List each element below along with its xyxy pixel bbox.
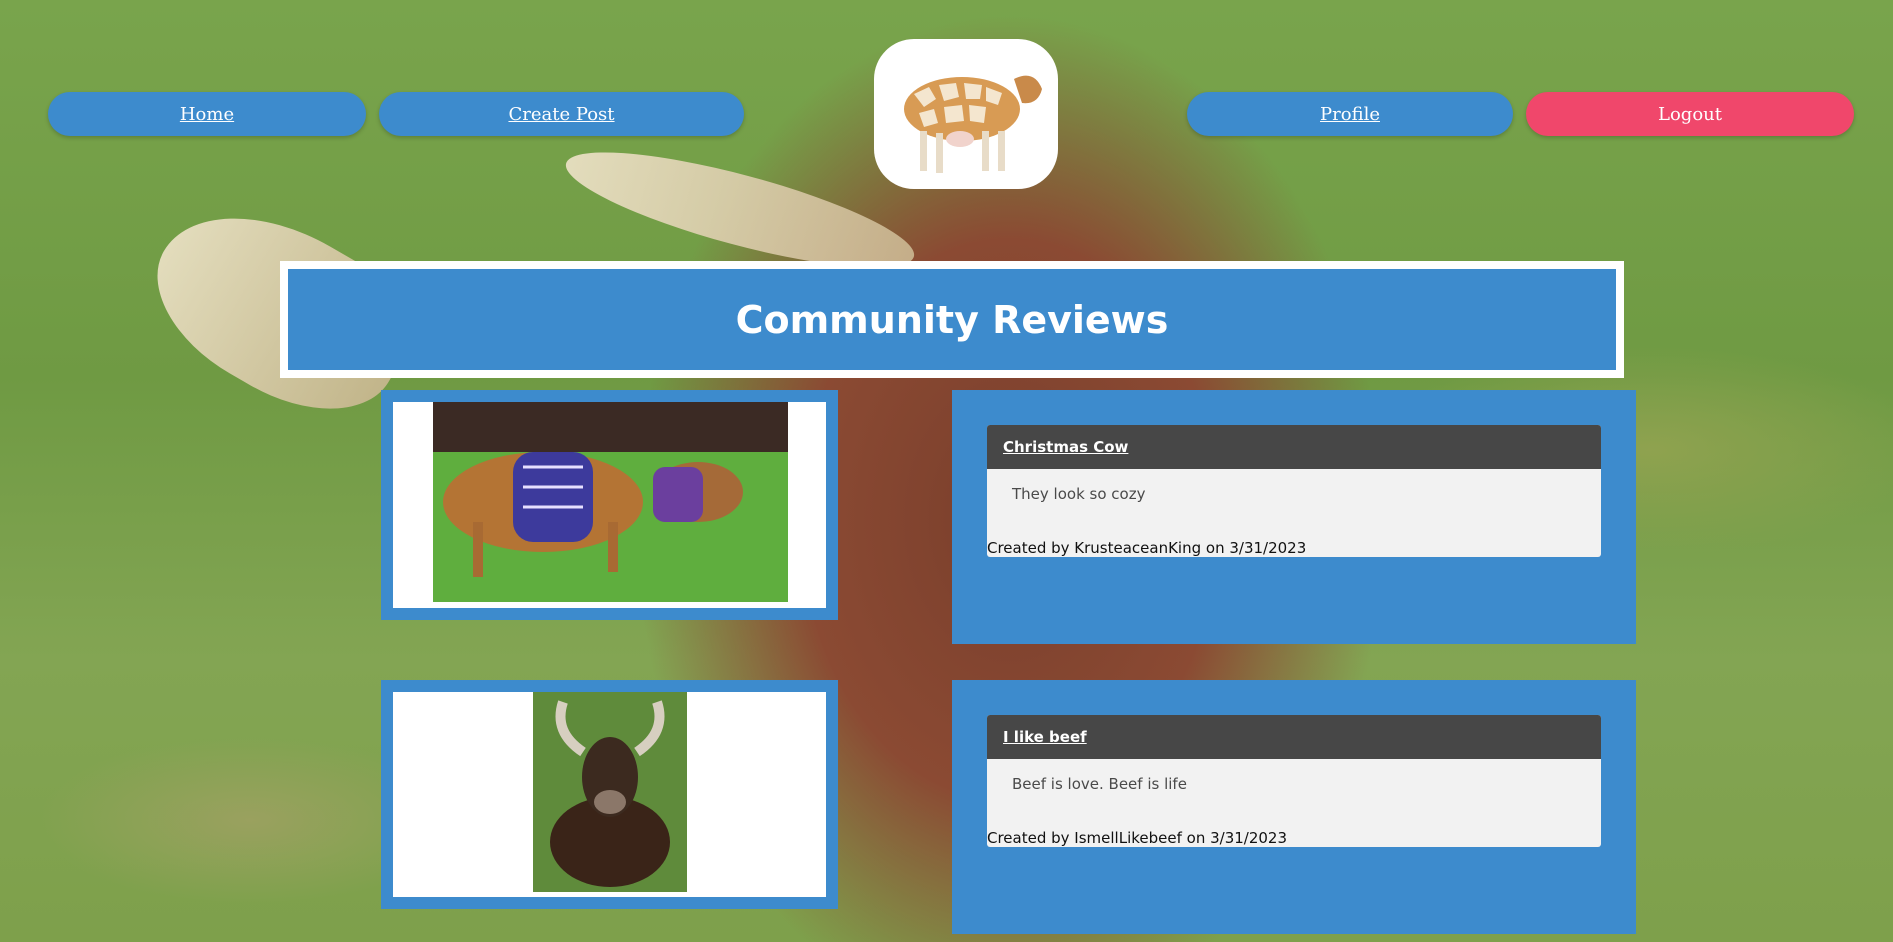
post-image-frame bbox=[393, 692, 826, 897]
sitting-bull-photo bbox=[533, 692, 687, 892]
cows-in-sweaters-photo bbox=[433, 402, 788, 602]
nav-home-button[interactable]: Home bbox=[48, 92, 366, 136]
post-body: They look so cozy bbox=[1012, 485, 1146, 503]
post-title-link[interactable]: Christmas Cow bbox=[987, 425, 1601, 469]
post-body: Beef is love. Beef is life bbox=[1012, 775, 1187, 793]
page-title: Community Reviews bbox=[288, 269, 1616, 370]
site-logo[interactable] bbox=[874, 39, 1058, 189]
page-title-box: Community Reviews bbox=[280, 261, 1624, 378]
post-meta: Created by KrusteaceanKing on 3/31/2023 bbox=[987, 539, 1307, 557]
post-content: Christmas Cow They look so cozy Created … bbox=[987, 425, 1601, 557]
post-title-link[interactable]: I like beef bbox=[987, 715, 1601, 759]
nav-create-post-button[interactable]: Create Post bbox=[379, 92, 744, 136]
post-card: I like beef Beef is love. Beef is life C… bbox=[952, 680, 1636, 934]
nav-profile-button[interactable]: Profile bbox=[1187, 92, 1513, 136]
post-card: Christmas Cow They look so cozy Created … bbox=[952, 390, 1636, 644]
post-meta: Created by IsmellLikebeef on 3/31/2023 bbox=[987, 829, 1288, 847]
logout-button[interactable]: Logout bbox=[1526, 92, 1854, 136]
giraffe-cow-icon bbox=[904, 75, 1042, 173]
post-content: I like beef Beef is love. Beef is life C… bbox=[987, 715, 1601, 847]
post-image-card bbox=[381, 680, 838, 909]
post-image-frame bbox=[393, 402, 826, 608]
post-image-card bbox=[381, 390, 838, 620]
